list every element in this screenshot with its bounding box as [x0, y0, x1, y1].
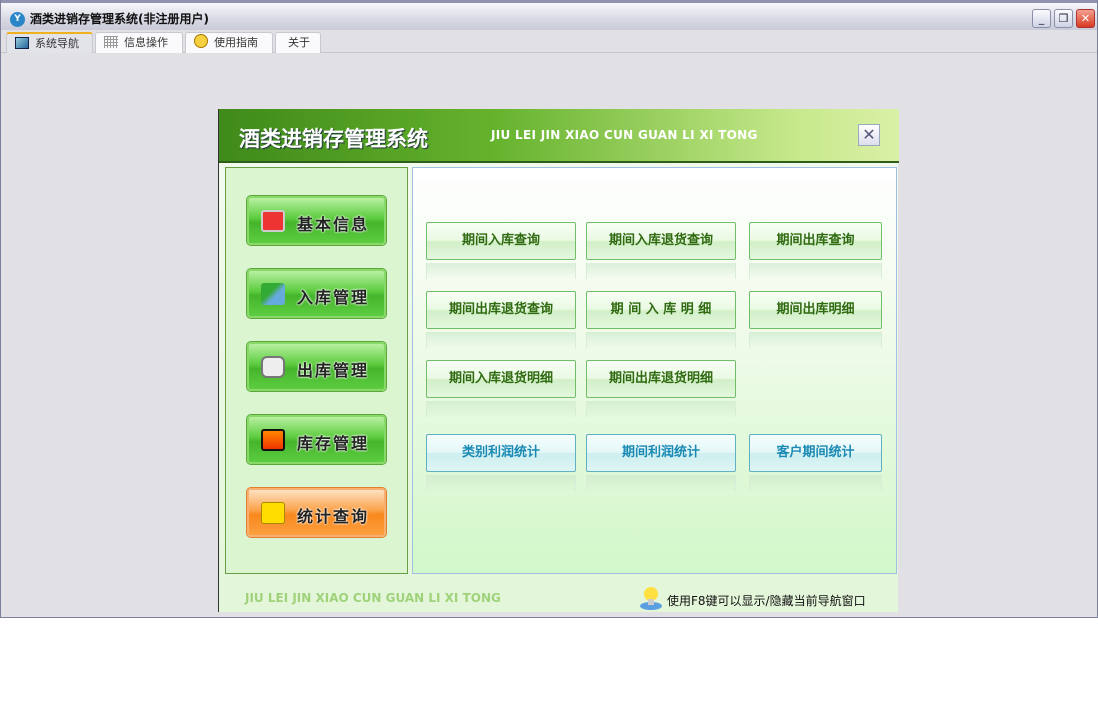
- footer-subtitle: JIU LEI JIN XIAO CUN GUAN LI XI TONG: [245, 591, 501, 605]
- restore-button[interactable]: ❐: [1054, 9, 1073, 28]
- nav-statistics[interactable]: 统计查询: [247, 488, 386, 537]
- query-button[interactable]: 期间出库退货明细: [586, 360, 736, 417]
- nav-label: 出库管理: [297, 361, 370, 380]
- title-bar: Y 酒类进销存管理系统(非注册用户) _ ❐ ✕: [1, 0, 1097, 30]
- grid-icon: [104, 36, 118, 48]
- lightbulb-icon: [640, 587, 662, 610]
- tab-label: 关于: [288, 36, 310, 49]
- f8-hint: 使用F8键可以显示/隐藏当前导航窗口: [667, 594, 866, 608]
- query-button[interactable]: 期间入库退货明细: [426, 360, 576, 417]
- query-area: 期间入库查询 期间入库退货查询 期间出库查询 期间出库退货查询 期 间 入 库 …: [412, 167, 897, 574]
- panel-header: 酒类进销存管理系统 JIU LEI JIN XIAO CUN GUAN LI X…: [219, 109, 899, 163]
- stats-button[interactable]: 期间利润统计: [586, 434, 736, 491]
- query-button[interactable]: 期 间 入 库 明 细: [586, 291, 736, 348]
- nav-stock-out[interactable]: 出库管理: [247, 342, 386, 391]
- contact-card-icon: [261, 356, 285, 378]
- minimize-button[interactable]: _: [1032, 9, 1051, 28]
- window-title: 酒类进销存管理系统(非注册用户): [30, 12, 209, 26]
- main-window: Y 酒类进销存管理系统(非注册用户) _ ❐ ✕ 系统导航 信息操作 使用指南 …: [0, 0, 1098, 618]
- tab-label: 信息操作: [124, 36, 168, 49]
- tab-label: 系统导航: [35, 37, 79, 50]
- nav-basic-info[interactable]: 基本信息: [247, 196, 386, 245]
- nav-label: 库存管理: [297, 434, 370, 453]
- alert-monitor-icon: [261, 210, 285, 232]
- nav-label: 统计查询: [297, 507, 370, 526]
- query-button[interactable]: 期间入库退货查询: [586, 222, 736, 279]
- panel-subtitle: JIU LEI JIN XIAO CUN GUAN LI XI TONG: [491, 128, 758, 142]
- navigation-panel: 酒类进销存管理系统 JIU LEI JIN XIAO CUN GUAN LI X…: [218, 109, 899, 612]
- nav-stock-in[interactable]: 入库管理: [247, 269, 386, 318]
- nav-sidebar: 基本信息 入库管理 出库管理 库存管理 统计查询: [225, 167, 408, 574]
- rss-icon: [261, 502, 285, 524]
- monitor-icon: [261, 429, 285, 451]
- tab-about[interactable]: 关于: [275, 32, 321, 53]
- tab-info-ops[interactable]: 信息操作: [95, 32, 183, 53]
- tab-bar: 系统导航 信息操作 使用指南 关于: [1, 30, 1097, 53]
- panel-close-button[interactable]: ✕: [858, 124, 880, 146]
- query-button[interactable]: 期间出库明细: [749, 291, 882, 348]
- stats-button[interactable]: 客户期间统计: [749, 434, 882, 491]
- query-button[interactable]: 期间出库查询: [749, 222, 882, 279]
- query-button[interactable]: 期间入库查询: [426, 222, 576, 279]
- nav-label: 入库管理: [297, 288, 370, 307]
- nav-label: 基本信息: [297, 215, 370, 234]
- monitor-icon: [15, 37, 29, 49]
- panel-title: 酒类进销存管理系统: [239, 127, 428, 151]
- app-logo-icon: Y: [10, 12, 25, 27]
- tab-system-nav[interactable]: 系统导航: [6, 32, 93, 53]
- help-icon: [194, 34, 208, 48]
- close-button[interactable]: ✕: [1076, 9, 1095, 28]
- tab-user-guide[interactable]: 使用指南: [185, 32, 273, 53]
- user-check-icon: [261, 283, 285, 305]
- stats-button[interactable]: 类别利润统计: [426, 434, 576, 491]
- nav-inventory[interactable]: 库存管理: [247, 415, 386, 464]
- tab-label: 使用指南: [214, 36, 258, 49]
- query-button[interactable]: 期间出库退货查询: [426, 291, 576, 348]
